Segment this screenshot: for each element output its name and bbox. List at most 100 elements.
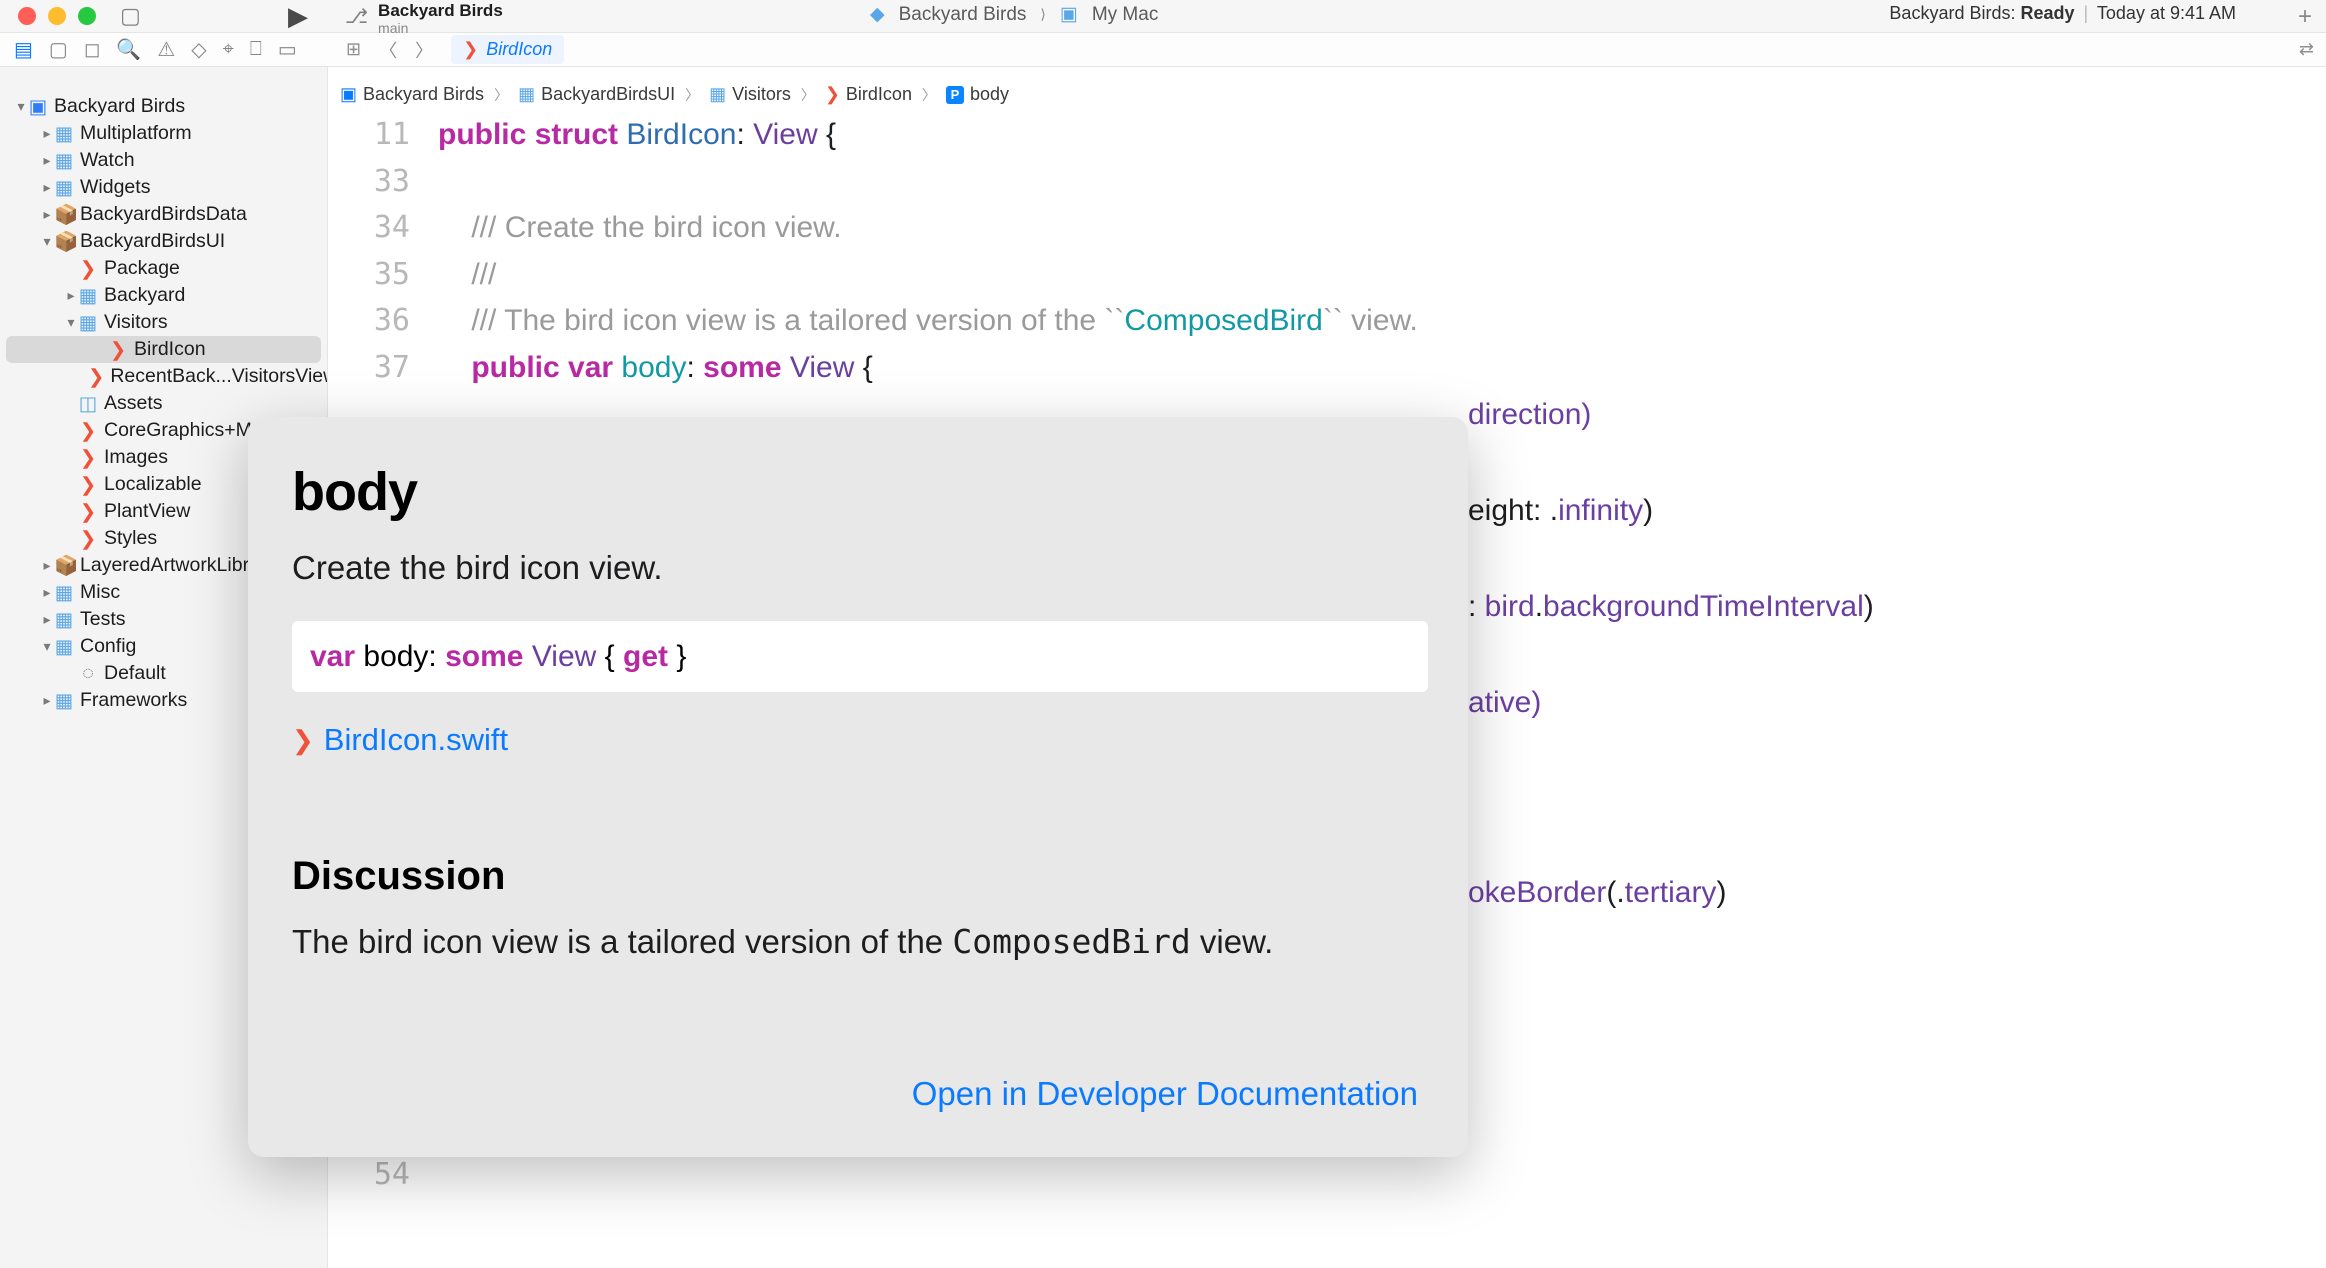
disclosure-right-icon[interactable]: ▸ [40,179,54,196]
source-control-navigator-icon[interactable]: ▢ [49,37,68,62]
navigator-icon-bar: ▤ ▢ ◻ 🔍 ⚠ ◇ ⌖ ⎕ ▭ ⊞ 〈 〉 ❯ BirdIcon ⇄ [0,33,2326,67]
debug-navigator-icon[interactable]: ⌖ [223,38,234,61]
swift-file-icon: ❯ [78,500,98,524]
swift-file-icon: ❯ [78,473,98,497]
code-fragment: ative) [1468,680,1541,727]
swift-file-icon: ❯ [88,365,104,389]
code-token [560,351,568,384]
xcconfig-icon: ◌ [78,662,98,685]
find-navigator-icon[interactable]: 🔍 [116,37,141,62]
code-fragment: : bird.backgroundTimeInterval) [1468,584,1874,631]
tree-item[interactable]: ▸📦BackyardBirdsData [0,201,327,228]
folder-icon: ▦ [78,284,98,308]
code-token: ComposedBird [1124,304,1322,337]
breadcrumb-segment[interactable]: Visitors [732,84,791,105]
breakpoint-navigator-icon[interactable]: ⎕ [250,38,262,61]
related-items-icon[interactable]: ⊞ [346,39,361,60]
scheme-selector[interactable]: ◆ Backyard Birds ⟩ ▣ My Mac [870,3,1158,26]
disclosure-right-icon[interactable]: ▸ [40,206,54,223]
folder-icon: ▦ [709,84,726,105]
add-tab-icon[interactable]: + [2298,3,2312,31]
test-navigator-icon[interactable]: ◇ [191,37,206,62]
disclosure-down-icon[interactable]: ▾ [14,98,28,115]
code-fragment: direction) [1468,392,1591,439]
disclosure-down-icon[interactable]: ▾ [40,233,54,250]
disclosure-right-icon[interactable]: ▸ [40,152,54,169]
tree-label: Frameworks [80,689,187,712]
file-link-label: BirdIcon.swift [324,722,508,758]
tree-item[interactable]: ◫Assets [0,390,327,417]
code-token [782,351,790,384]
run-button-icon[interactable]: ▶ [288,1,308,32]
disclosure-down-icon[interactable]: ▾ [40,638,54,655]
tree-label: Default [104,662,166,685]
tree-label: Widgets [80,176,150,199]
breadcrumb-segment[interactable]: Backyard Birds [363,84,484,105]
disclosure-right-icon[interactable]: ▸ [40,692,54,709]
disclosure-down-icon[interactable]: ▾ [64,314,78,331]
tree-item[interactable]: ▸▦Widgets [0,174,327,201]
tree-item[interactable]: ▸▦Backyard [0,282,327,309]
code-token: /// [438,304,504,337]
breadcrumb-segment[interactable]: body [970,84,1009,105]
breadcrumb-segment[interactable]: BirdIcon [846,84,912,105]
project-navigator-icon[interactable]: ▤ [14,37,33,62]
nav-back-icon[interactable]: 〈 [379,37,397,63]
asset-catalog-icon: ◫ [78,392,98,416]
disclosure-right-icon[interactable]: ▸ [40,584,54,601]
chevron-right-icon: 〉 [685,85,699,105]
tree-item[interactable]: ▾📦 BackyardBirdsUI [0,228,327,255]
tree-label: Config [80,635,136,658]
code-fragment: eight: .infinity) [1468,488,1653,535]
sidebar-toggle-icon[interactable]: ▢ [120,3,141,29]
code-token: body: [355,640,445,673]
tree-label: RecentBack...VisitorsView [110,365,328,388]
folder-icon: ▦ [54,635,74,659]
tree-item[interactable]: ▸▦Multiplatform [0,120,327,147]
branch-name: main [378,21,503,36]
disclosure-right-icon[interactable]: ▸ [64,287,78,304]
traffic-lights [0,7,96,25]
tree-label: LayeredArtworkLibrary [80,554,276,577]
tree-label: Backyard Birds [54,95,185,118]
open-in-documentation-link[interactable]: Open in Developer Documentation [912,1075,1418,1113]
minimize-window-icon[interactable] [48,7,66,25]
bookmark-navigator-icon[interactable]: ◻ [84,37,101,62]
code-token: View [790,351,854,384]
tree-label: Localizable [104,473,202,496]
folder-icon: ▦ [54,608,74,632]
swift-file-icon: ❯ [292,725,314,756]
tree-item[interactable]: ▾▦Visitors [0,309,327,336]
swift-file-icon: ❯ [78,527,98,551]
disclosure-right-icon[interactable]: ▸ [40,557,54,574]
tree-label: BackyardBirdsUI [80,230,225,253]
reload-icon[interactable]: ⇄ [2299,39,2314,60]
scheme-branch[interactable]: ⎇ Backyard Birds main [345,2,503,36]
git-branch-icon: ⎇ [345,4,368,29]
nav-forward-icon[interactable]: 〉 [415,37,433,63]
code-token: : [736,118,753,151]
code-token: } [668,640,686,673]
report-navigator-icon[interactable]: ▭ [278,37,297,62]
tree-item-selected[interactable]: ❯BirdIcon [6,336,321,363]
disclosure-right-icon[interactable]: ▸ [40,611,54,628]
tree-item[interactable]: ▸▦Watch [0,147,327,174]
package-icon: 📦 [54,230,74,254]
issue-navigator-icon[interactable]: ⚠ [157,37,175,62]
line-number: 37 [330,345,438,392]
editor-tab[interactable]: ❯ BirdIcon [451,35,564,64]
zoom-window-icon[interactable] [78,7,96,25]
code-token: public [471,351,559,384]
source-file-link[interactable]: ❯ BirdIcon.swift [292,722,1428,758]
close-window-icon[interactable] [18,7,36,25]
chevron-right-icon: 〉 [922,85,936,105]
status-time: Today at 9:41 AM [2097,3,2236,23]
breadcrumb-segment[interactable]: BackyardBirdsUI [541,84,675,105]
scheme-device: My Mac [1092,4,1159,26]
tree-root[interactable]: ▾▣Backyard Birds [0,93,327,120]
tree-item[interactable]: ❯Package [0,255,327,282]
disclosure-right-icon[interactable]: ▸ [40,125,54,142]
tree-item[interactable]: ❯ RecentBack...VisitorsView [0,363,327,390]
project-title: Backyard Birds [378,2,503,21]
jump-bar[interactable]: ▣Backyard Birds 〉 ▦BackyardBirdsUI 〉 ▦Vi… [330,80,2326,110]
